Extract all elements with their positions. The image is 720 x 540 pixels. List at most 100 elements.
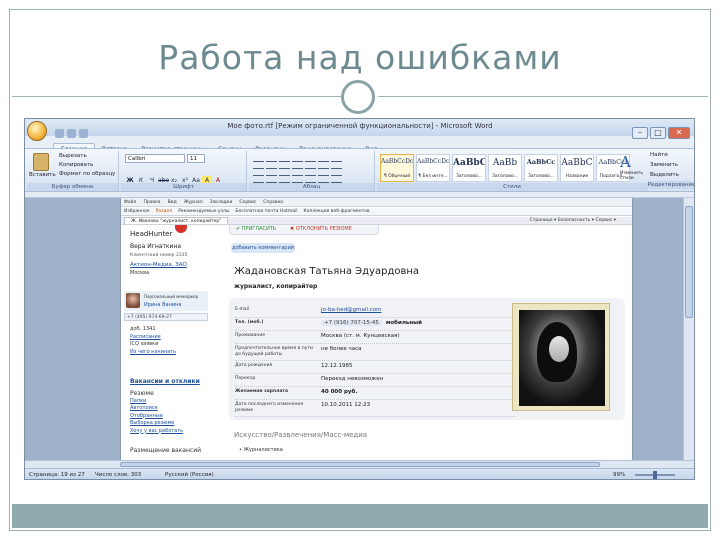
employer-info: Вера Игнаткина Клиентский номер 2335 Акт… — [130, 243, 210, 276]
schedule-link[interactable]: Расписание — [130, 334, 176, 342]
style-normal[interactable]: AaBbCcDc ¶ Обычный — [380, 154, 414, 182]
manager-phone: +7 (495) 974-69-27 — [124, 313, 208, 321]
paste-icon[interactable] — [33, 153, 49, 171]
horizontal-scroll-thumb[interactable] — [120, 462, 600, 467]
copy-button[interactable]: Копировать — [59, 162, 93, 168]
title-bar: Мое фото.rtf [Режим ограниченной функцио… — [25, 119, 694, 139]
cut-button[interactable]: Вырезать — [59, 153, 87, 159]
fav-item[interactable]: Рекомендуемые узлы — [178, 209, 229, 214]
invite-button[interactable]: ✔ ПРИГЛАСИТЬ — [236, 225, 276, 234]
detail-row: Желаемая зарплата 40 000 руб. — [235, 387, 515, 400]
line-spacing-icon[interactable] — [305, 175, 316, 183]
manager-links: доб. 1341 Расписание ICQ заявки Из чего … — [130, 326, 176, 356]
align-center-icon[interactable] — [266, 175, 277, 183]
document-page[interactable]: Файл Правка Вид Журнал Закладки Сервис Справка… — [120, 198, 633, 460]
paste-button[interactable]: Вставить — [29, 172, 56, 178]
style-heading-3[interactable]: AaBbCc Заголово... — [524, 154, 558, 182]
browser-menu-bookmarks[interactable]: Закладки — [210, 200, 233, 205]
phone-type: мобильный — [385, 320, 422, 326]
profession-subcategory: • Журналистика — [239, 447, 283, 453]
resume-nav-item[interactable]: Отобранные — [130, 413, 183, 421]
font-size-select[interactable]: 11 — [187, 154, 205, 163]
detail-row: Тел. (моб.) +7 (916) 707-15-45 мобильный — [235, 318, 515, 331]
manager-name[interactable]: Ирина Ванина — [144, 302, 181, 308]
title-divider-right — [378, 96, 708, 97]
status-bar: Страница: 19 из 27 Число слов: 303 Русск… — [25, 468, 694, 479]
select-button[interactable]: Выделить — [650, 172, 679, 178]
email-link[interactable]: jo-ba-hed@gmail.com — [321, 307, 381, 313]
status-language[interactable]: Русский (Россия) — [165, 469, 214, 479]
resume-nav-item[interactable]: Выборка резюме — [130, 420, 183, 428]
candidate-title: журналист, копирайтер — [234, 283, 318, 290]
detail-row: Предпочтительное время в пути до будущей… — [235, 344, 515, 361]
style-heading-2[interactable]: AaBb Заголово... — [488, 154, 522, 182]
status-zoom-level[interactable]: 99% — [613, 469, 625, 479]
replace-button[interactable]: Заменить — [650, 162, 678, 168]
browser-favorites-bar: Избранное Раздел Рекомендуемые узлы Бесплат… — [121, 208, 632, 216]
vertical-scroll-thumb[interactable] — [685, 206, 693, 318]
zoom-slider-handle[interactable] — [653, 471, 657, 479]
fav-item[interactable]: Коллекция веб-фрагментов — [304, 209, 370, 214]
add-comment-button[interactable]: добавить комментарий — [231, 243, 295, 253]
resume-nav-item[interactable]: Папки — [130, 398, 183, 406]
browser-menu-file[interactable]: Файл — [124, 200, 136, 205]
company-link[interactable]: Актион-Медиа, ЗАО — [130, 262, 210, 268]
detail-row: Дата последнего изменения резюме 10.10.2… — [235, 400, 515, 417]
maximize-button[interactable]: □ — [650, 127, 666, 139]
browser-menu-help[interactable]: Справка — [263, 200, 283, 205]
reject-button[interactable]: ✖ ОТКЛОНИТЬ РЕЗЮМЕ — [290, 225, 352, 234]
align-left-icon[interactable] — [253, 175, 264, 183]
font-name-select[interactable]: Calibri — [125, 154, 185, 163]
horizontal-scrollbar[interactable] — [25, 460, 694, 468]
resume-nav-item[interactable]: Хочу у вас работать — [130, 428, 183, 436]
style-title[interactable]: AaBbC Название — [560, 154, 594, 182]
manager-role: Персональный менеджер — [144, 294, 199, 299]
status-word-count[interactable]: Число слов: 303 — [95, 469, 141, 479]
find-button[interactable]: Найти — [650, 152, 668, 158]
borders-icon[interactable] — [331, 175, 342, 183]
clipboard-group-label: Буфер обмена — [27, 183, 118, 191]
styles-group-label: Стили — [377, 183, 647, 191]
candidate-photo — [512, 303, 610, 411]
browser-menu-edit[interactable]: Правка — [143, 200, 160, 205]
getting-started-link[interactable]: Из чего начинать — [130, 349, 176, 357]
slide-title: Работа над ошибками — [158, 38, 562, 77]
format-painter-button[interactable]: Формат по образцу — [59, 171, 115, 177]
office-button-icon[interactable] — [27, 121, 47, 141]
minimize-button[interactable]: – — [632, 127, 648, 139]
fav-item[interactable]: Избранное — [124, 209, 150, 214]
browser-tab-active[interactable]: Ж. Иванова "журналист, копирайтер" — [124, 217, 229, 224]
fav-item[interactable]: Бесплатная почта Hotmail — [235, 209, 297, 214]
style-no-spacing[interactable]: AaBbCcDc ¶ Без инте... — [416, 154, 450, 182]
close-button[interactable]: ✕ — [668, 127, 690, 139]
detail-row: E-mail jo-ba-hed@gmail.com — [235, 305, 515, 318]
title-divider-left — [12, 96, 342, 97]
change-styles-button[interactable]: A Изменить стили — [620, 153, 644, 181]
hh-logo[interactable]: HeadHunter — [130, 230, 172, 238]
align-right-icon[interactable] — [279, 175, 290, 183]
quick-access-toolbar[interactable] — [55, 123, 105, 138]
browser-menu-bar: Файл Правка Вид Журнал Закладки Сервис Справка — [121, 198, 632, 207]
title-circle-ornament — [341, 80, 375, 114]
resume-nav-item[interactable]: Автопоиск — [130, 405, 183, 413]
window-controls: – □ ✕ — [630, 120, 690, 139]
editing-group-label: Редактирование — [647, 181, 695, 189]
browser-menu-view[interactable]: Вид — [168, 200, 177, 205]
candidate-details: E-mail jo-ba-hed@gmail.com Тел. (моб.) +… — [235, 305, 515, 417]
phone-value: +7 (916) 707-15-45 — [321, 320, 382, 326]
post-vacancies-heading: Размещение вакансий — [130, 447, 202, 454]
vertical-scrollbar[interactable] — [683, 198, 694, 460]
clipboard-group: Вставить Вырезать Копировать Формат по о… — [27, 151, 119, 191]
browser-menu-tools[interactable]: Сервис — [239, 200, 256, 205]
justify-icon[interactable] — [292, 175, 303, 183]
detail-row: Дата рождения 12.12.1985 — [235, 361, 515, 374]
browser-page-tools[interactable]: Страница ▾ Безопасность ▾ Сервис ▾ — [530, 217, 616, 224]
paragraph-group: Абзац — [249, 151, 375, 191]
style-heading-1[interactable]: AaBbC Заголово... — [452, 154, 486, 182]
browser-menu-history[interactable]: Журнал — [184, 200, 203, 205]
shading-icon[interactable] — [318, 175, 329, 183]
status-page[interactable]: Страница: 19 из 27 — [29, 469, 85, 479]
paragraph-row-1 — [253, 154, 344, 169]
fav-item[interactable]: Раздел — [156, 209, 173, 214]
vacancies-heading[interactable]: Вакансии и отклики — [130, 378, 200, 385]
